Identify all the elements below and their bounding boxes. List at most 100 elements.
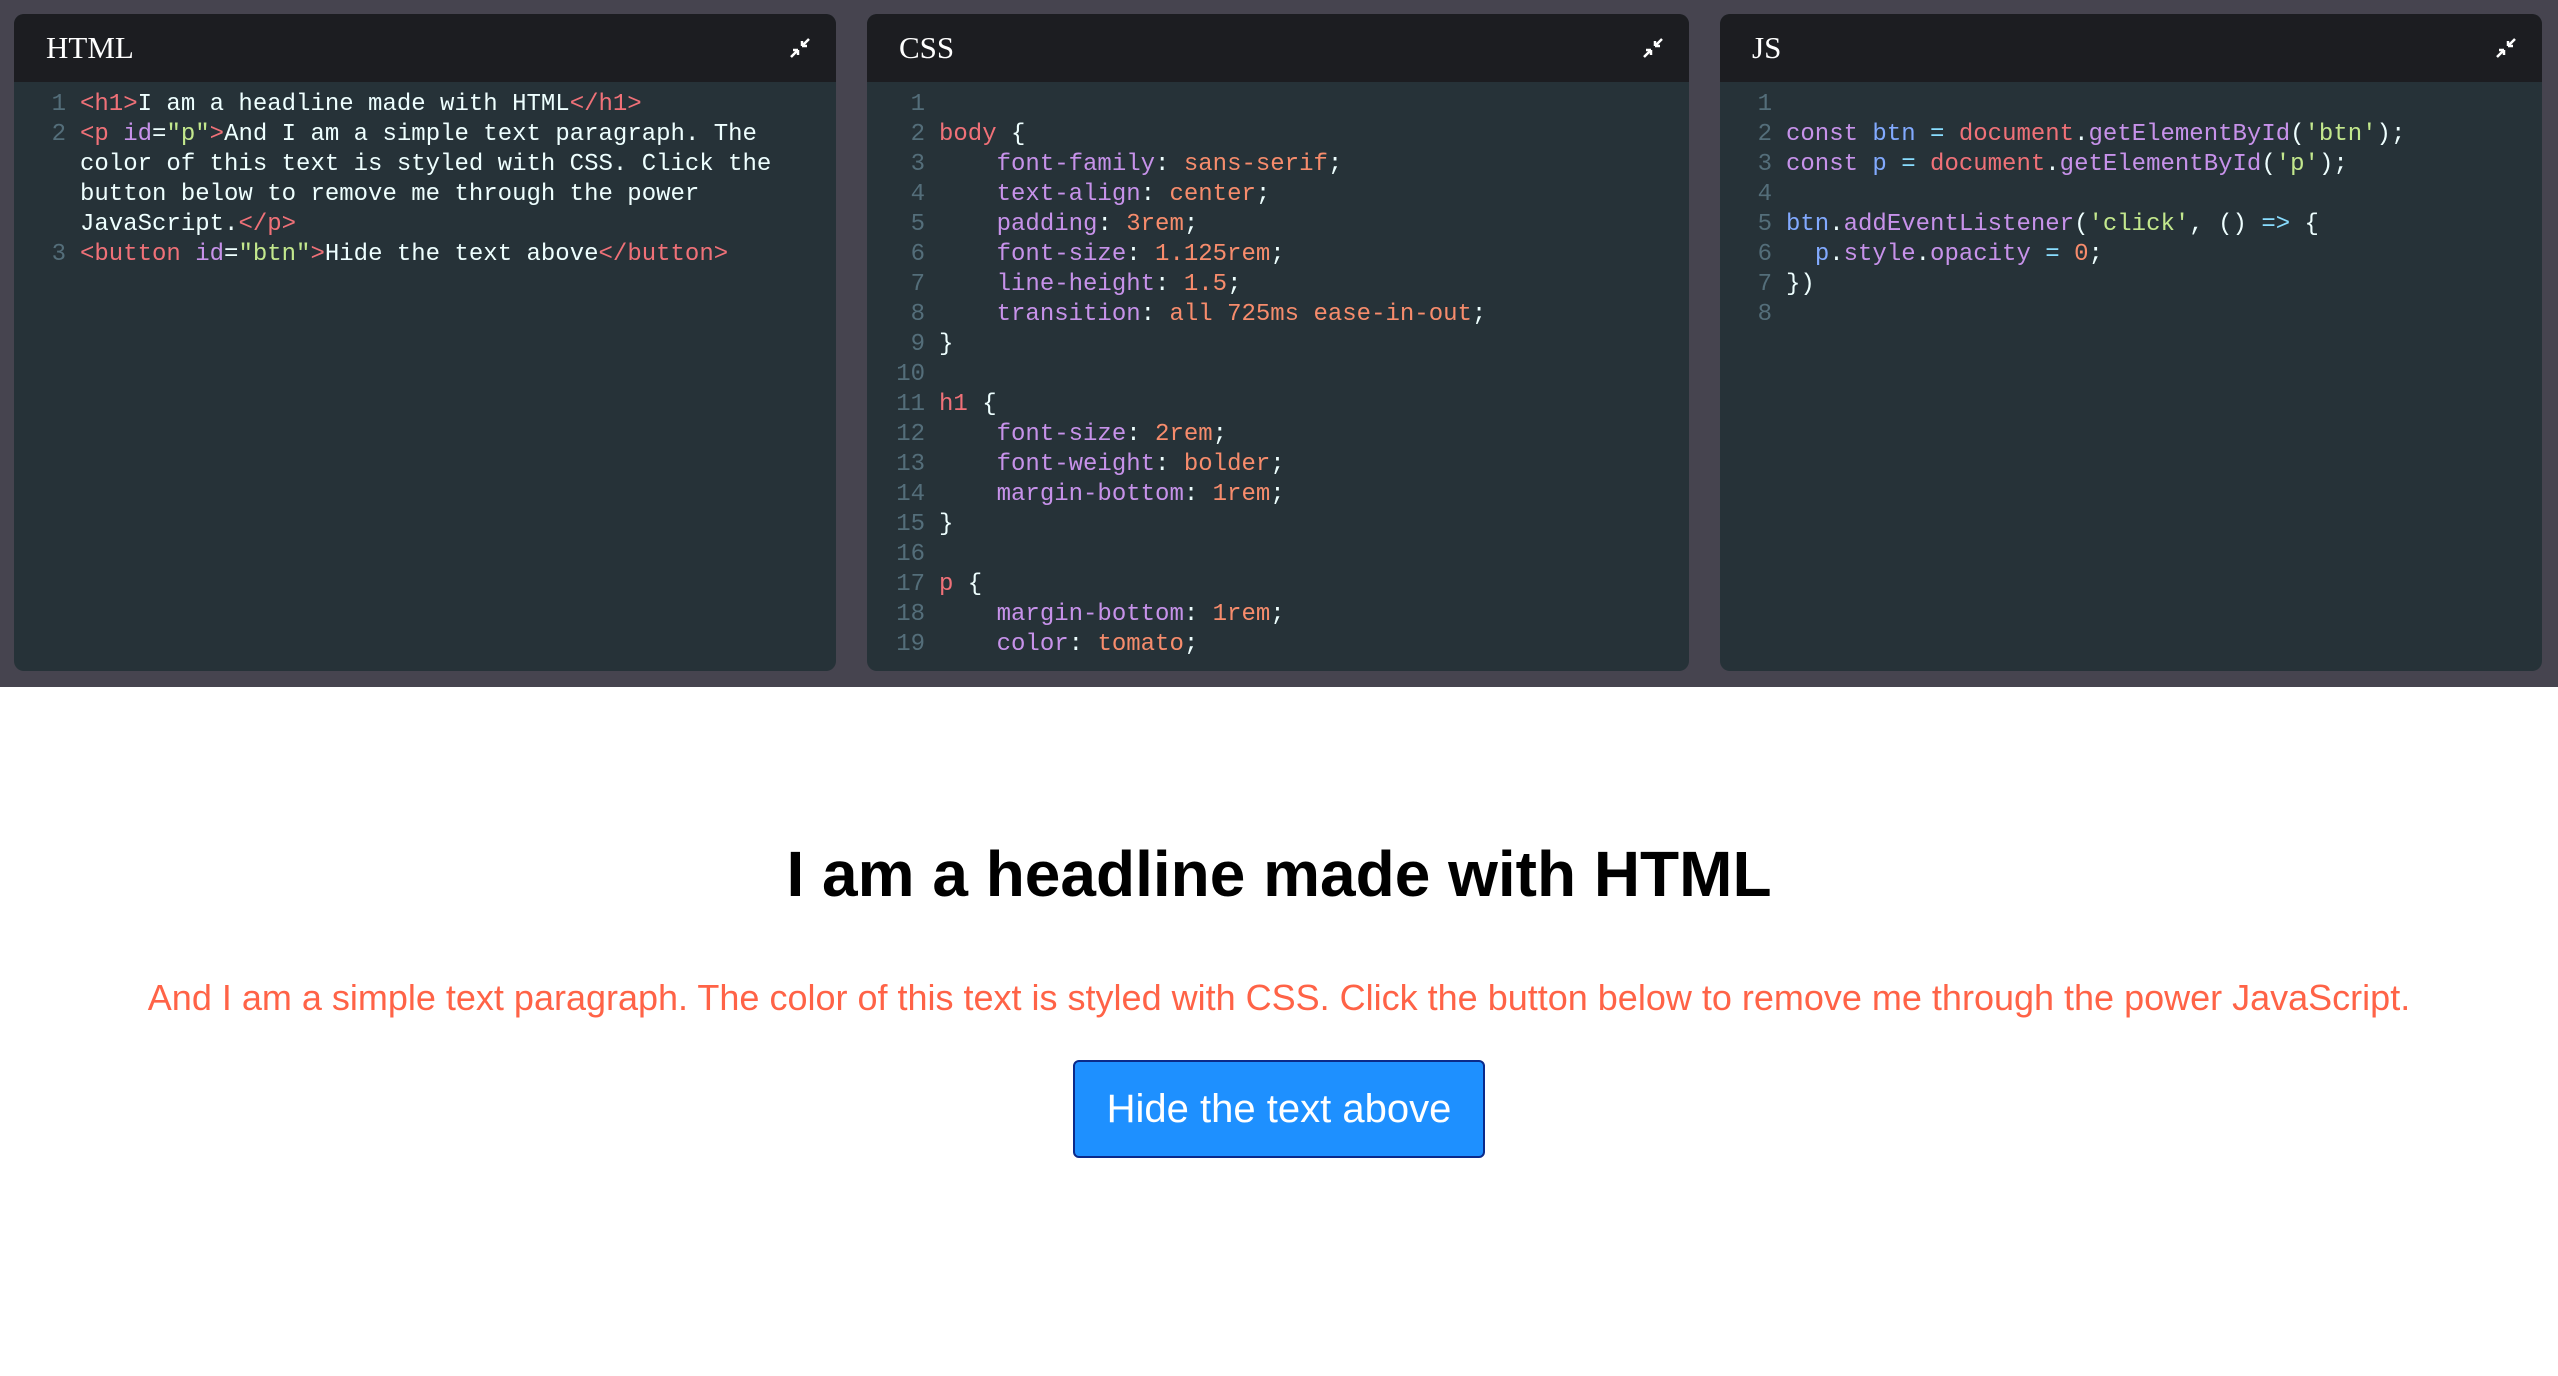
preview-paragraph: And I am a simple text paragraph. The co… — [147, 977, 2411, 1018]
code-line: 6 font-size: 1.125rem; — [867, 240, 1689, 270]
line-number: 6 — [1757, 241, 1772, 268]
line-number: 19 — [896, 631, 925, 658]
line-number: 9 — [910, 331, 925, 358]
code-line: 1 — [867, 90, 1689, 120]
code-text: text-align: center; — [996, 181, 1271, 208]
line-number: 15 — [896, 511, 925, 538]
code-line: 8 transition: all 725ms ease-in-out; — [867, 300, 1689, 330]
preview-headline: I am a headline made with HTML — [786, 838, 1772, 910]
line-number: 6 — [910, 241, 925, 268]
code-text: } — [939, 511, 954, 538]
code-line: 14 margin-bottom: 1rem; — [867, 480, 1689, 510]
js-panel-title: JS — [1752, 30, 1782, 65]
line-number: 3 — [1757, 151, 1772, 178]
line-number: 16 — [896, 541, 925, 568]
html-editor-panel: HTML 1 <h1>I am a headline made with HTML… — [14, 14, 836, 671]
hide-text-button[interactable]: Hide the text above — [1073, 1060, 1485, 1158]
line-number: 12 — [896, 421, 925, 448]
code-text: font-size: 2rem; — [996, 421, 1228, 448]
line-number: 7 — [1757, 271, 1772, 298]
line-number: 17 — [896, 571, 925, 598]
editor-area: HTML 1 <h1>I am a headline made with HTML… — [0, 0, 2558, 687]
line-number: 2 — [1757, 121, 1772, 148]
html-panel-title: HTML — [46, 30, 134, 65]
line-number: 18 — [896, 601, 925, 628]
code-text: line-height: 1.5; — [996, 271, 1242, 298]
code-line: 8 — [1720, 300, 2542, 330]
code-line: 3 font-family: sans-serif; — [867, 150, 1689, 180]
code-text: body { — [939, 121, 1026, 148]
line-number: 4 — [1757, 181, 1772, 208]
code-line: 16 — [867, 540, 1689, 570]
code-line: 1 <h1>I am a headline made with HTML</h1> — [14, 90, 836, 120]
line-number: 1 — [1757, 91, 1772, 118]
code-line: 18 margin-bottom: 1rem; — [867, 600, 1689, 630]
code-line: 1 — [1720, 90, 2542, 120]
line-number: 8 — [910, 301, 925, 328]
preview-pane: I am a headline made with HTML And I am … — [0, 687, 2558, 1376]
code-line: 9} — [867, 330, 1689, 360]
code-text: margin-bottom: 1rem; — [996, 601, 1285, 628]
code-text: padding: 3rem; — [996, 211, 1199, 238]
collapse-arrows-icon[interactable] — [2494, 36, 2518, 60]
code-line: 2 body { — [867, 120, 1689, 150]
code-line: 3 <button id="btn">Hide the text above</b… — [14, 240, 836, 270]
collapse-arrows-icon[interactable] — [788, 36, 812, 60]
code-text: font-family: sans-serif; — [996, 151, 1343, 178]
html-panel-header: HTML — [14, 14, 836, 82]
code-line: 11 h1 { — [867, 390, 1689, 420]
code-line: 12 font-size: 2rem; — [867, 420, 1689, 450]
line-number: 11 — [896, 391, 925, 418]
code-text: p.style.opacity = 0; — [1814, 241, 2103, 268]
code-line: 17 p { — [867, 570, 1689, 600]
code-line: 2 <p id="p">And I am a simple text paragr… — [14, 120, 836, 240]
code-text: <p id="p">And I am a simple text paragra… — [80, 121, 786, 238]
code-text: <button id="btn">Hide the text above</bu… — [80, 241, 729, 268]
line-number: 10 — [896, 361, 925, 388]
html-code-editor[interactable]: 1 <h1>I am a headline made with HTML</h1>… — [14, 90, 836, 671]
code-text: } — [939, 331, 954, 358]
code-line: 5 padding: 3rem; — [867, 210, 1689, 240]
line-number: 5 — [910, 211, 925, 238]
code-text: transition: all 725ms ease-in-out; — [996, 301, 1487, 328]
code-text: font-size: 1.125rem; — [996, 241, 1285, 268]
line-number: 1 — [910, 91, 925, 118]
css-code-editor[interactable]: 1 2 body {3 font-family: sans-serif; 4 text… — [867, 90, 1689, 671]
code-text: <h1>I am a headline made with HTML</h1> — [80, 91, 642, 118]
js-code-editor[interactable]: 1 2 const btn = document.getElementById('b… — [1720, 90, 2542, 671]
code-text: const p = document.getElementById('p'); — [1786, 151, 2348, 178]
code-line: 15} — [867, 510, 1689, 540]
line-number: 5 — [1757, 211, 1772, 238]
line-number: 13 — [896, 451, 925, 478]
line-number: 1 — [51, 91, 66, 118]
line-number: 3 — [51, 241, 66, 268]
code-line: 4 — [1720, 180, 2542, 210]
css-panel-header: CSS — [867, 14, 1689, 82]
code-text: color: tomato; — [996, 631, 1199, 658]
code-text: font-weight: bolder; — [996, 451, 1285, 478]
line-number: 8 — [1757, 301, 1772, 328]
line-number: 3 — [910, 151, 925, 178]
line-number: 2 — [910, 121, 925, 148]
code-text: p { — [939, 571, 983, 598]
collapse-arrows-icon[interactable] — [1641, 36, 1665, 60]
line-number: 4 — [910, 181, 925, 208]
line-number: 14 — [896, 481, 925, 508]
line-number: 2 — [51, 121, 66, 148]
code-text: }) — [1786, 271, 1815, 298]
line-number: 7 — [910, 271, 925, 298]
code-line: 13 font-weight: bolder; — [867, 450, 1689, 480]
code-line: 5 btn.addEventListener('click', () => { — [1720, 210, 2542, 240]
code-line: 7}) — [1720, 270, 2542, 300]
code-line: 4 text-align: center; — [867, 180, 1689, 210]
code-text: const btn = document.getElementById('btn… — [1786, 121, 2406, 148]
code-line: 10 — [867, 360, 1689, 390]
code-line: 19 color: tomato; — [867, 630, 1689, 660]
code-line: 3 const p = document.getElementById('p'); — [1720, 150, 2542, 180]
js-editor-panel: JS 1 2 const btn = document.getElementById… — [1720, 14, 2542, 671]
